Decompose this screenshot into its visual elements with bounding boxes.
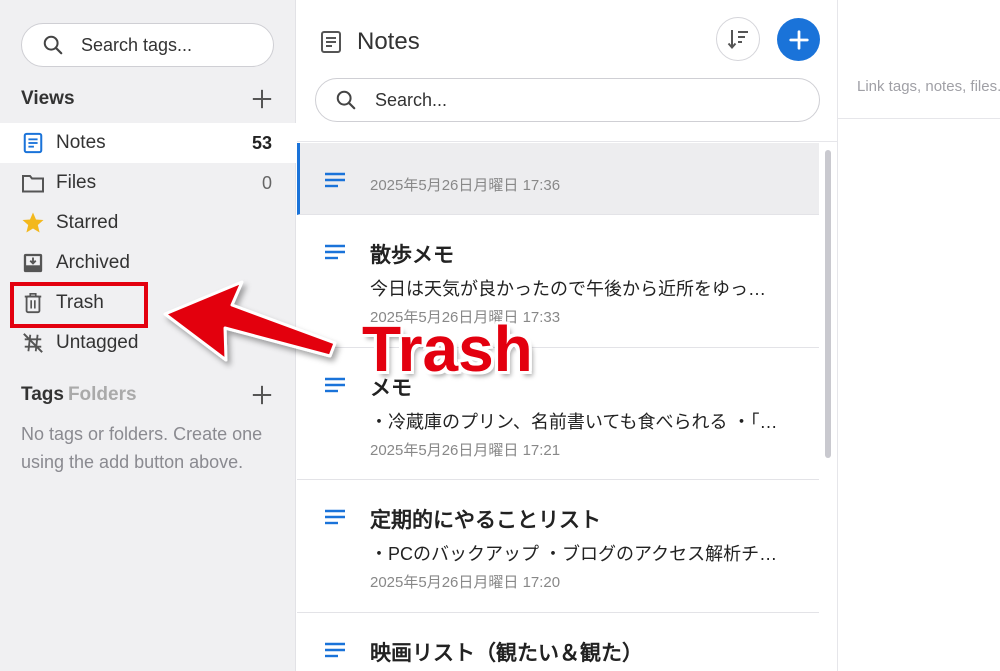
- sidebar-item-notes[interactable]: Notes 53: [0, 123, 296, 163]
- sort-button[interactable]: [716, 17, 760, 61]
- list-item[interactable]: 2025年5月26日月曜日 17:36: [297, 143, 819, 215]
- note-title: 定期的にやることリスト: [370, 509, 601, 532]
- archive-icon: [21, 251, 45, 275]
- note-lines-icon: [325, 244, 345, 260]
- tag-search-box[interactable]: [21, 23, 274, 67]
- note-title: 散歩メモ: [370, 244, 454, 267]
- divider: [838, 118, 1000, 119]
- tags-title: Tags Folders: [21, 384, 137, 406]
- note-title: 映画リスト（観たい＆観た）: [370, 642, 643, 665]
- untagged-icon: [21, 331, 45, 355]
- list-item[interactable]: 映画リスト（観たい＆観た）: [297, 613, 819, 671]
- note-lines-icon: [325, 172, 345, 188]
- annotation-label: Trash: [362, 313, 533, 385]
- page-title: Notes: [357, 28, 420, 55]
- note-snippet: ・冷蔵庫のプリン、名前書いても食べられる ・「…: [370, 412, 778, 432]
- search-icon: [336, 90, 356, 110]
- folder-icon: [21, 171, 45, 195]
- note-search-box[interactable]: [315, 78, 820, 122]
- sidebar-item-starred[interactable]: Starred: [0, 203, 296, 243]
- tag-search-input[interactable]: [81, 34, 261, 56]
- folders-tab[interactable]: Folders: [68, 384, 137, 405]
- link-tags-field[interactable]: Link tags, notes, files...: [857, 78, 1000, 95]
- sidebar-item-label: Files: [56, 172, 97, 193]
- note-search-input[interactable]: [375, 89, 775, 111]
- add-tag-icon[interactable]: [251, 384, 273, 406]
- add-note-button[interactable]: [777, 18, 820, 61]
- sidebar-item-label: Notes: [56, 132, 106, 153]
- highlight-box: [10, 282, 148, 328]
- sidebar: Views Notes 53 Files 0 Starred: [0, 0, 296, 671]
- note-date: 2025年5月26日月曜日 17:36: [370, 177, 561, 194]
- plus-icon: [788, 29, 809, 50]
- sidebar-item-label: Starred: [56, 212, 119, 233]
- tags-tab[interactable]: Tags: [21, 384, 64, 405]
- notes-scrollbar[interactable]: [825, 150, 831, 458]
- views-header: Views: [21, 88, 273, 110]
- files-count: 0: [261, 172, 272, 193]
- note-lines-icon: [325, 509, 345, 525]
- notes-count: 53: [251, 132, 272, 153]
- divider: [297, 141, 838, 142]
- sidebar-item-archived[interactable]: Archived: [0, 243, 296, 283]
- empty-tags-message: No tags or folders. Create one using the…: [21, 424, 263, 472]
- editor-pane: Link tags, notes, files...: [838, 0, 1000, 671]
- note-date: 2025年5月26日月曜日 17:20: [370, 574, 561, 591]
- views-title: Views: [21, 88, 75, 109]
- note-lines-icon: [325, 642, 345, 658]
- add-view-icon[interactable]: [251, 88, 273, 110]
- star-icon: [21, 211, 45, 235]
- sidebar-item-label: Untagged: [56, 332, 139, 353]
- notes-list: 2025年5月26日月曜日 17:36 散歩メモ 今日は天気が良かったので午後か…: [297, 143, 819, 671]
- note-snippet: 今日は天気が良かったので午後から近所をゆっ…: [370, 279, 766, 299]
- note-date: 2025年5月26日月曜日 17:21: [370, 442, 561, 459]
- notes-icon: [21, 131, 45, 155]
- search-icon: [43, 35, 63, 55]
- sort-icon: [727, 30, 748, 50]
- tags-header: Tags Folders: [21, 384, 273, 406]
- notes-icon: [321, 31, 341, 53]
- sidebar-item-untagged[interactable]: Untagged: [0, 323, 296, 363]
- sidebar-item-files[interactable]: Files 0: [0, 163, 296, 203]
- sidebar-item-label: Archived: [56, 252, 130, 273]
- note-lines-icon: [325, 377, 345, 393]
- note-snippet: ・PCのバックアップ ・ブログのアクセス解析チ…: [370, 544, 778, 564]
- list-item[interactable]: 定期的にやることリスト ・PCのバックアップ ・ブログのアクセス解析チ… 202…: [297, 480, 819, 613]
